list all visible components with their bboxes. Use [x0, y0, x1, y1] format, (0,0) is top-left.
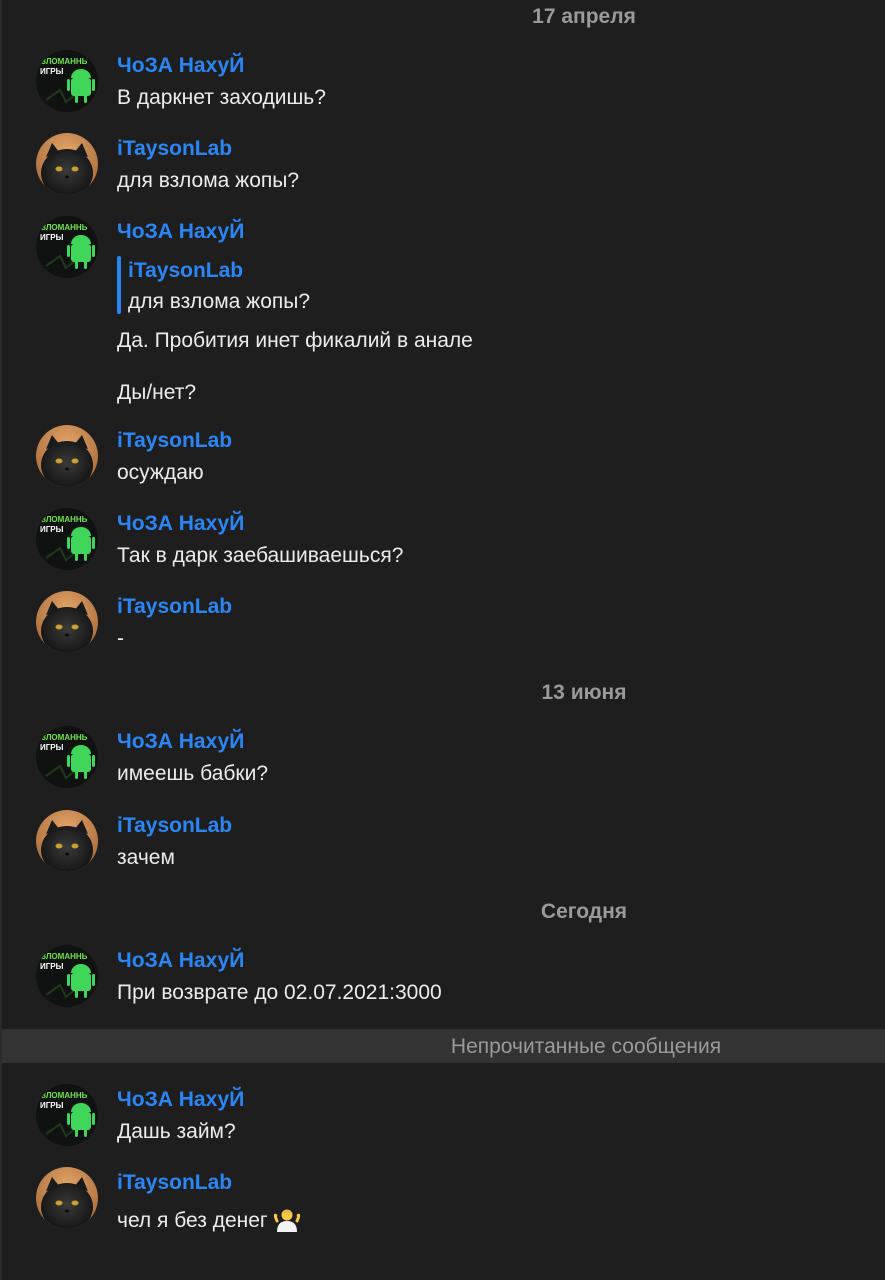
avatar-logo-text: ЗЛОМАННЬ — [41, 1091, 88, 1100]
author-name[interactable]: ЧоЗА НахуЙ — [117, 1088, 244, 1112]
android-avatar[interactable]: ЗЛОМАННЬ ИГРЫ — [36, 508, 98, 570]
message-text: осуждаю — [117, 461, 204, 484]
message-text-content: чел я без денег — [117, 1209, 268, 1232]
cat-avatar[interactable] — [36, 1167, 98, 1229]
date-separator: 17 апреля — [532, 5, 636, 28]
avatar-logo-text: ЗЛОМАННЬ — [41, 952, 88, 961]
avatar-logo-text: ИГРЫ — [40, 743, 64, 752]
android-avatar[interactable]: ЗЛОМАННЬ ИГРЫ — [36, 216, 98, 278]
author-name[interactable]: ЧоЗА НахуЙ — [117, 220, 244, 244]
author-name[interactable]: ЧоЗА НахуЙ — [117, 949, 244, 973]
author-name[interactable]: ЧоЗА НахуЙ — [117, 512, 244, 536]
window-edge — [0, 0, 2, 1280]
avatar-logo-text: ИГРЫ — [40, 233, 64, 242]
author-name[interactable]: ЧоЗА НахуЙ — [117, 730, 244, 754]
author-name[interactable]: ЧоЗА НахуЙ — [117, 54, 244, 78]
message-text: для взлома жопы? — [117, 169, 300, 192]
avatar-logo-text: ИГРЫ — [40, 67, 64, 76]
message-text: В даркнет заходишь? — [117, 86, 326, 109]
author-name[interactable]: iTaysonLab — [117, 1171, 232, 1195]
message-text: имеешь бабки? — [117, 762, 268, 785]
avatar-logo-text: ЗЛОМАННЬ — [41, 733, 88, 742]
avatar-logo-text: ИГРЫ — [40, 525, 64, 534]
message-text: зачем — [117, 846, 175, 869]
unread-messages-label: Непрочитанные сообщения — [450, 1035, 722, 1058]
avatar-logo-text: ЗЛОМАННЬ — [41, 223, 88, 232]
date-separator: 13 июня — [541, 681, 627, 704]
message-text: Дашь займ? — [117, 1120, 236, 1143]
android-avatar[interactable]: ЗЛОМАННЬ ИГРЫ — [36, 50, 98, 112]
date-separator: Сегодня — [540, 900, 628, 923]
reply-quote-bar — [117, 256, 121, 314]
cat-avatar[interactable] — [36, 810, 98, 872]
unread-messages-separator: Непрочитанные сообщения — [2, 1029, 885, 1063]
reply-author[interactable]: iTaysonLab — [128, 259, 243, 283]
message-text: При возврате до 02.07.2021:3000 — [117, 981, 442, 1004]
avatar-logo-text: ИГРЫ — [40, 1101, 64, 1110]
author-name[interactable]: iTaysonLab — [117, 429, 232, 453]
message-text: Ды/нет? — [117, 381, 197, 404]
message-text: чел я без денег — [117, 1206, 301, 1233]
author-name[interactable]: iTaysonLab — [117, 137, 232, 161]
person-shrugging-emoji-icon — [273, 1206, 301, 1232]
android-avatar[interactable]: ЗЛОМАННЬ ИГРЫ — [36, 1084, 98, 1146]
message-text: - — [117, 627, 124, 650]
author-name[interactable]: iTaysonLab — [117, 595, 232, 619]
author-name[interactable]: iTaysonLab — [117, 814, 232, 838]
cat-avatar[interactable] — [36, 133, 98, 195]
avatar-logo-text: ЗЛОМАННЬ — [41, 515, 88, 524]
reply-text: для взлома жопы? — [128, 290, 311, 313]
android-avatar[interactable]: ЗЛОМАННЬ ИГРЫ — [36, 945, 98, 1007]
android-avatar[interactable]: ЗЛОМАННЬ ИГРЫ — [36, 726, 98, 788]
message-text: Да. Пробития инет фикалий в анале — [117, 329, 473, 352]
cat-avatar[interactable] — [36, 425, 98, 487]
avatar-logo-text: ИГРЫ — [40, 962, 64, 971]
avatar-logo-text: ЗЛОМАННЬ — [41, 57, 88, 66]
cat-avatar[interactable] — [36, 591, 98, 653]
message-text: Так в дарк заебашиваешься? — [117, 544, 404, 567]
